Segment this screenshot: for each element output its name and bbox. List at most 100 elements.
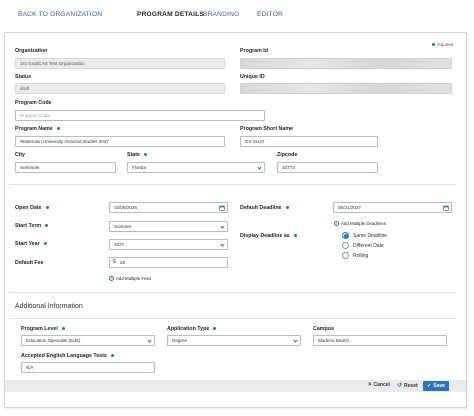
- required-dot-icon: [56, 127, 60, 131]
- back-to-organization-link[interactable]: BACK TO ORGANIZATION: [18, 11, 102, 18]
- required-dot-icon: [110, 354, 114, 358]
- default-deadline-label-text: Default Deadline: [240, 205, 282, 211]
- program-short-name-label: Program Short Name: [240, 126, 293, 132]
- add-multiple-fees-link[interactable]: + Add Multiple Fees: [109, 276, 151, 281]
- add-multiple-deadlines-text: Add Multiple Deadlines: [341, 221, 386, 226]
- open-date-value: 02/06/2026: [114, 205, 137, 210]
- tab-program-details[interactable]: PROGRAM DETAILS: [137, 11, 204, 18]
- plus-circle-icon: +: [334, 221, 339, 226]
- unique-id-field: [240, 83, 452, 94]
- application-type-value: Degree: [172, 338, 188, 343]
- radio-same-deadline[interactable]: Same Deadline: [342, 232, 387, 239]
- required-dot-icon: [213, 327, 217, 331]
- chevron-down-icon: [147, 338, 152, 343]
- tab-branding[interactable]: BRANDING: [203, 11, 239, 18]
- required-dot-icon: [45, 224, 49, 228]
- required-dot-icon: [43, 242, 47, 246]
- city-input[interactable]: Seminole: [15, 162, 116, 173]
- program-code-input[interactable]: Program Code: [15, 110, 265, 121]
- radio-same-deadline-label: Same Deadline: [353, 232, 388, 239]
- application-type-select[interactable]: Degree: [167, 335, 301, 346]
- required-legend: required: [432, 42, 453, 47]
- add-multiple-fees-text: Add Multiple Fees: [116, 276, 152, 281]
- accepted-tests-label-text: Accepted English Language Tests: [21, 353, 107, 359]
- accepted-tests-label: Accepted English Language Tests: [21, 353, 114, 359]
- top-navigation: BACK TO ORGANIZATION PROGRAM DETAILS BRA…: [0, 0, 474, 30]
- required-dot-icon: [143, 153, 147, 157]
- unique-id-label: Unique ID: [240, 74, 265, 80]
- radio-rolling-label: Rolling: [353, 252, 369, 259]
- additional-information-heading: Additional Information: [15, 303, 83, 310]
- status-field: draft: [15, 83, 225, 94]
- required-dot-icon: [45, 206, 49, 210]
- default-fee-value: 25: [120, 260, 126, 265]
- start-year-select[interactable]: 2027: [109, 239, 228, 250]
- chevron-down-icon: [220, 224, 225, 229]
- start-term-value: Summer: [114, 224, 132, 229]
- radio-unselected-icon[interactable]: [342, 242, 349, 249]
- section-divider: [9, 318, 456, 319]
- program-name-label-text: Program Name: [15, 126, 53, 132]
- save-button[interactable]: ✓ Save: [423, 381, 449, 391]
- program-level-select[interactable]: Education Specialist (EdS): [21, 335, 155, 346]
- start-year-value: 2027: [114, 242, 125, 247]
- radio-selected-icon[interactable]: [342, 232, 349, 239]
- required-dot-icon: [61, 327, 65, 331]
- reset-button-label: Reset: [404, 382, 418, 389]
- required-dot-icon: [432, 43, 435, 47]
- organization-field: zzz GradCAS Test Organization: [15, 58, 225, 69]
- radio-different-date[interactable]: Different Date: [342, 242, 384, 249]
- close-icon: ×: [368, 382, 372, 388]
- accepted-tests-input[interactable]: N/A: [21, 362, 155, 373]
- campus-input[interactable]: Madeira Beach: [313, 335, 447, 346]
- program-code-label: Program Code: [15, 100, 52, 106]
- checkmark-icon: ✓: [427, 383, 432, 389]
- add-multiple-deadlines-link[interactable]: + Add Multiple Deadlines: [334, 221, 386, 226]
- tab-editor[interactable]: EDITOR: [257, 11, 283, 18]
- status-label: Status: [15, 74, 32, 80]
- city-label: City: [15, 152, 26, 158]
- default-fee-input[interactable]: $25: [109, 257, 228, 268]
- program-level-label-text: Program Level: [21, 326, 58, 332]
- default-fee-label: Default Fee: [15, 260, 44, 266]
- state-select[interactable]: Florida: [127, 162, 265, 173]
- program-short-name-input[interactable]: GS SU27: [240, 136, 378, 147]
- cancel-button-label: Cancel: [373, 382, 390, 388]
- chevron-down-icon: [293, 338, 298, 343]
- program-level-label: Program Level: [21, 326, 65, 332]
- required-legend-text: required: [437, 42, 454, 47]
- required-dot-icon: [285, 206, 289, 210]
- plus-circle-icon: +: [109, 276, 114, 281]
- section-divider: [9, 184, 456, 185]
- start-term-select[interactable]: Summer: [109, 221, 228, 232]
- radio-unselected-icon[interactable]: [342, 252, 349, 259]
- radio-rolling[interactable]: Rolling: [342, 252, 368, 259]
- zipcode-input[interactable]: 33772: [277, 162, 378, 173]
- start-term-label: Start Term: [15, 223, 49, 229]
- calendar-icon[interactable]: [440, 203, 451, 212]
- radio-different-date-label: Different Date: [353, 242, 384, 249]
- display-deadline-label: Display Deadline as: [240, 233, 297, 239]
- program-level-value: Education Specialist (EdS): [26, 338, 81, 343]
- state-label-text: State: [127, 152, 140, 158]
- program-id-label: Program Id: [240, 48, 268, 54]
- chevron-down-icon: [220, 242, 225, 247]
- save-button-label: Save: [433, 383, 445, 389]
- reset-icon: ↺: [397, 383, 403, 389]
- state-select-value: Florida: [132, 165, 147, 170]
- reset-button[interactable]: ↺ Reset: [397, 382, 418, 390]
- required-dot-icon: [293, 234, 297, 238]
- start-term-label-text: Start Term: [15, 223, 42, 229]
- display-deadline-label-text: Display Deadline as: [240, 233, 290, 239]
- program-name-label: Program Name: [15, 126, 60, 132]
- cancel-button[interactable]: × Cancel: [368, 382, 390, 388]
- program-name-input[interactable]: Watertown University General Studies 202…: [15, 136, 225, 147]
- default-deadline-value: 05/31/2027: [338, 205, 361, 210]
- organization-label: Organization: [15, 48, 48, 54]
- open-date-input[interactable]: 02/06/2026: [109, 202, 228, 213]
- calendar-icon[interactable]: [216, 203, 227, 212]
- zipcode-label: Zipcode: [277, 152, 298, 158]
- application-type-label-text: Application Type: [167, 326, 210, 332]
- default-deadline-input[interactable]: 05/31/2027: [333, 202, 452, 213]
- start-year-label: Start Year: [15, 241, 47, 247]
